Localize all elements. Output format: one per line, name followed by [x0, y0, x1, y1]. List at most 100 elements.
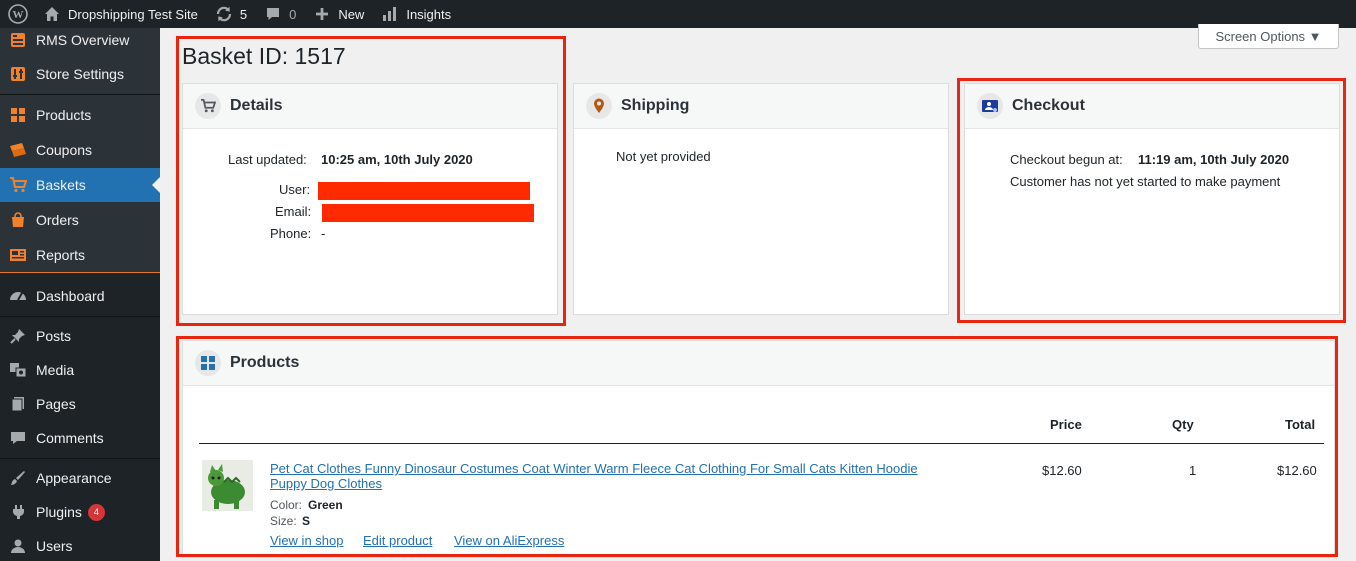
- sidebar-item-users[interactable]: Users: [0, 530, 160, 561]
- sidebar-item-baskets[interactable]: Baskets: [0, 168, 160, 202]
- column-header-total: Total: [1285, 417, 1316, 432]
- user-redaction: [318, 182, 530, 200]
- product-thumbnail[interactable]: [202, 460, 253, 511]
- rms-overview-icon: [0, 32, 36, 48]
- sidebar-item-comments[interactable]: Comments: [0, 422, 160, 454]
- home-icon: [42, 4, 62, 24]
- email-redaction: [322, 204, 534, 222]
- edit-product-link[interactable]: Edit product: [363, 533, 432, 548]
- dashboard-gauge-icon: [0, 288, 36, 304]
- sidebar-item-posts[interactable]: Posts: [0, 320, 160, 352]
- checkout-heading: Checkout: [1012, 97, 1085, 114]
- product-size-label: Size:: [270, 514, 297, 528]
- sidebar-item-label: Store Settings: [36, 66, 124, 82]
- product-color-label: Color:: [270, 498, 303, 512]
- comments-count: 0: [289, 6, 297, 22]
- updates-refresh-icon: [214, 4, 234, 24]
- product-size-value: S: [302, 514, 311, 528]
- bar-chart-icon: [380, 4, 400, 24]
- sidebar-item-label: RMS Overview: [36, 32, 130, 48]
- cart-icon: [195, 93, 221, 119]
- sidebar-item-label: Pages: [36, 396, 76, 412]
- shipping-panel-header: Shipping: [574, 84, 948, 129]
- updates-menu[interactable]: 5: [206, 0, 255, 28]
- view-in-shop-link[interactable]: View in shop: [270, 533, 343, 548]
- media-icon: [0, 362, 36, 378]
- site-name-menu[interactable]: Dropshipping Test Site: [34, 0, 206, 28]
- products-panel-header: Products: [183, 341, 1334, 386]
- bag-icon: [0, 212, 36, 228]
- last-updated-label: Last updated:: [228, 152, 307, 167]
- sidebar-separator: [0, 458, 160, 459]
- pages-icon: [0, 396, 36, 412]
- column-header-price: Price: [1050, 417, 1082, 432]
- product-color-value: Green: [308, 498, 343, 512]
- view-on-aliexpress-link[interactable]: View on AliExpress: [454, 533, 564, 548]
- sidebar-item-products[interactable]: Products: [0, 99, 160, 131]
- wp-logo-menu[interactable]: W: [0, 0, 34, 28]
- details-panel-header: Details: [183, 84, 557, 129]
- table-header-divider: [199, 443, 1324, 444]
- product-total: $12.60: [1277, 463, 1317, 478]
- sidebar-item-label: Appearance: [36, 470, 112, 486]
- sidebar-item-label: Media: [36, 362, 75, 378]
- sidebar-item-media[interactable]: Media: [0, 354, 160, 386]
- updates-count: 5: [239, 6, 248, 22]
- insights-menu[interactable]: Insights: [372, 0, 459, 28]
- sidebar-item-label: Comments: [36, 430, 104, 446]
- product-qty: 1: [1189, 463, 1197, 478]
- reports-icon: [0, 247, 36, 263]
- sidebar-separator: [0, 94, 160, 95]
- checkout-panel: Checkout Checkout begun at: 11:19 am, 10…: [964, 83, 1340, 315]
- sidebar-item-label: Dashboard: [36, 288, 105, 304]
- sidebar-item-rms-overview[interactable]: RMS Overview: [0, 28, 160, 52]
- products-grid-icon: [195, 350, 221, 376]
- store-settings-icon: [0, 66, 36, 82]
- sidebar-item-label: Products: [36, 107, 92, 123]
- sidebar-item-orders[interactable]: Orders: [0, 204, 160, 236]
- screen-options-button[interactable]: Screen Options ▼: [1198, 24, 1339, 49]
- sidebar-item-store-settings[interactable]: Store Settings: [0, 58, 160, 90]
- checkout-begun-value: 11:19 am, 10th July 2020: [1138, 152, 1290, 167]
- plugins-update-badge: 4: [87, 503, 105, 521]
- insights-label: Insights: [406, 6, 452, 22]
- checkout-status: Customer has not yet started to make pay…: [1010, 174, 1281, 189]
- svg-text:W: W: [13, 9, 24, 21]
- sidebar-item-label: Coupons: [36, 142, 93, 158]
- user-icon: [0, 538, 36, 554]
- page-title: Basket ID: 1517: [182, 43, 346, 69]
- comments-menu[interactable]: 0: [255, 0, 304, 28]
- checkout-begun-label: Checkout begun at:: [1010, 152, 1123, 167]
- wordpress-logo-icon: W: [8, 4, 28, 24]
- shipping-status: Not yet provided: [616, 149, 711, 164]
- last-updated-value: 10:25 am, 10th July 2020: [321, 152, 473, 167]
- cart-icon: [0, 177, 36, 193]
- sidebar-separator: [0, 316, 160, 317]
- product-price: $12.60: [1042, 463, 1082, 478]
- shipping-panel: Shipping Not yet provided: [573, 83, 949, 315]
- checkout-panel-header: Checkout: [965, 84, 1339, 129]
- user-label: User:: [279, 182, 311, 197]
- products-heading: Products: [230, 354, 300, 371]
- sidebar-item-label: Plugins: [36, 504, 82, 520]
- plug-icon: [0, 504, 36, 520]
- pin-icon: [0, 328, 36, 344]
- plus-icon: [312, 4, 332, 24]
- product-name-link[interactable]: Pet Cat Clothes Funny Dinosaur Costumes …: [270, 461, 918, 476]
- coupons-icon: [0, 142, 36, 158]
- comment-icon: [0, 430, 36, 446]
- phone-label: Phone:: [270, 226, 312, 241]
- sidebar-item-label: Orders: [36, 212, 79, 228]
- product-name-link-continued[interactable]: Puppy Dog Clothes: [270, 476, 382, 491]
- sidebar-item-appearance[interactable]: Appearance: [0, 462, 160, 494]
- sidebar-item-pages[interactable]: Pages: [0, 388, 160, 420]
- sidebar-item-dashboard[interactable]: Dashboard: [0, 280, 160, 312]
- new-content-menu[interactable]: New: [304, 0, 372, 28]
- details-panel: Details Last updated: 10:25 am, 10th Jul…: [182, 83, 558, 315]
- email-label: Email:: [275, 204, 312, 219]
- admin-sidebar: RMS Overview Store Settings Products Cou…: [0, 28, 160, 561]
- sidebar-item-coupons[interactable]: Coupons: [0, 134, 160, 166]
- details-heading: Details: [230, 97, 283, 114]
- sidebar-item-plugins[interactable]: Plugins 4: [0, 496, 160, 528]
- sidebar-item-reports[interactable]: Reports: [0, 239, 160, 271]
